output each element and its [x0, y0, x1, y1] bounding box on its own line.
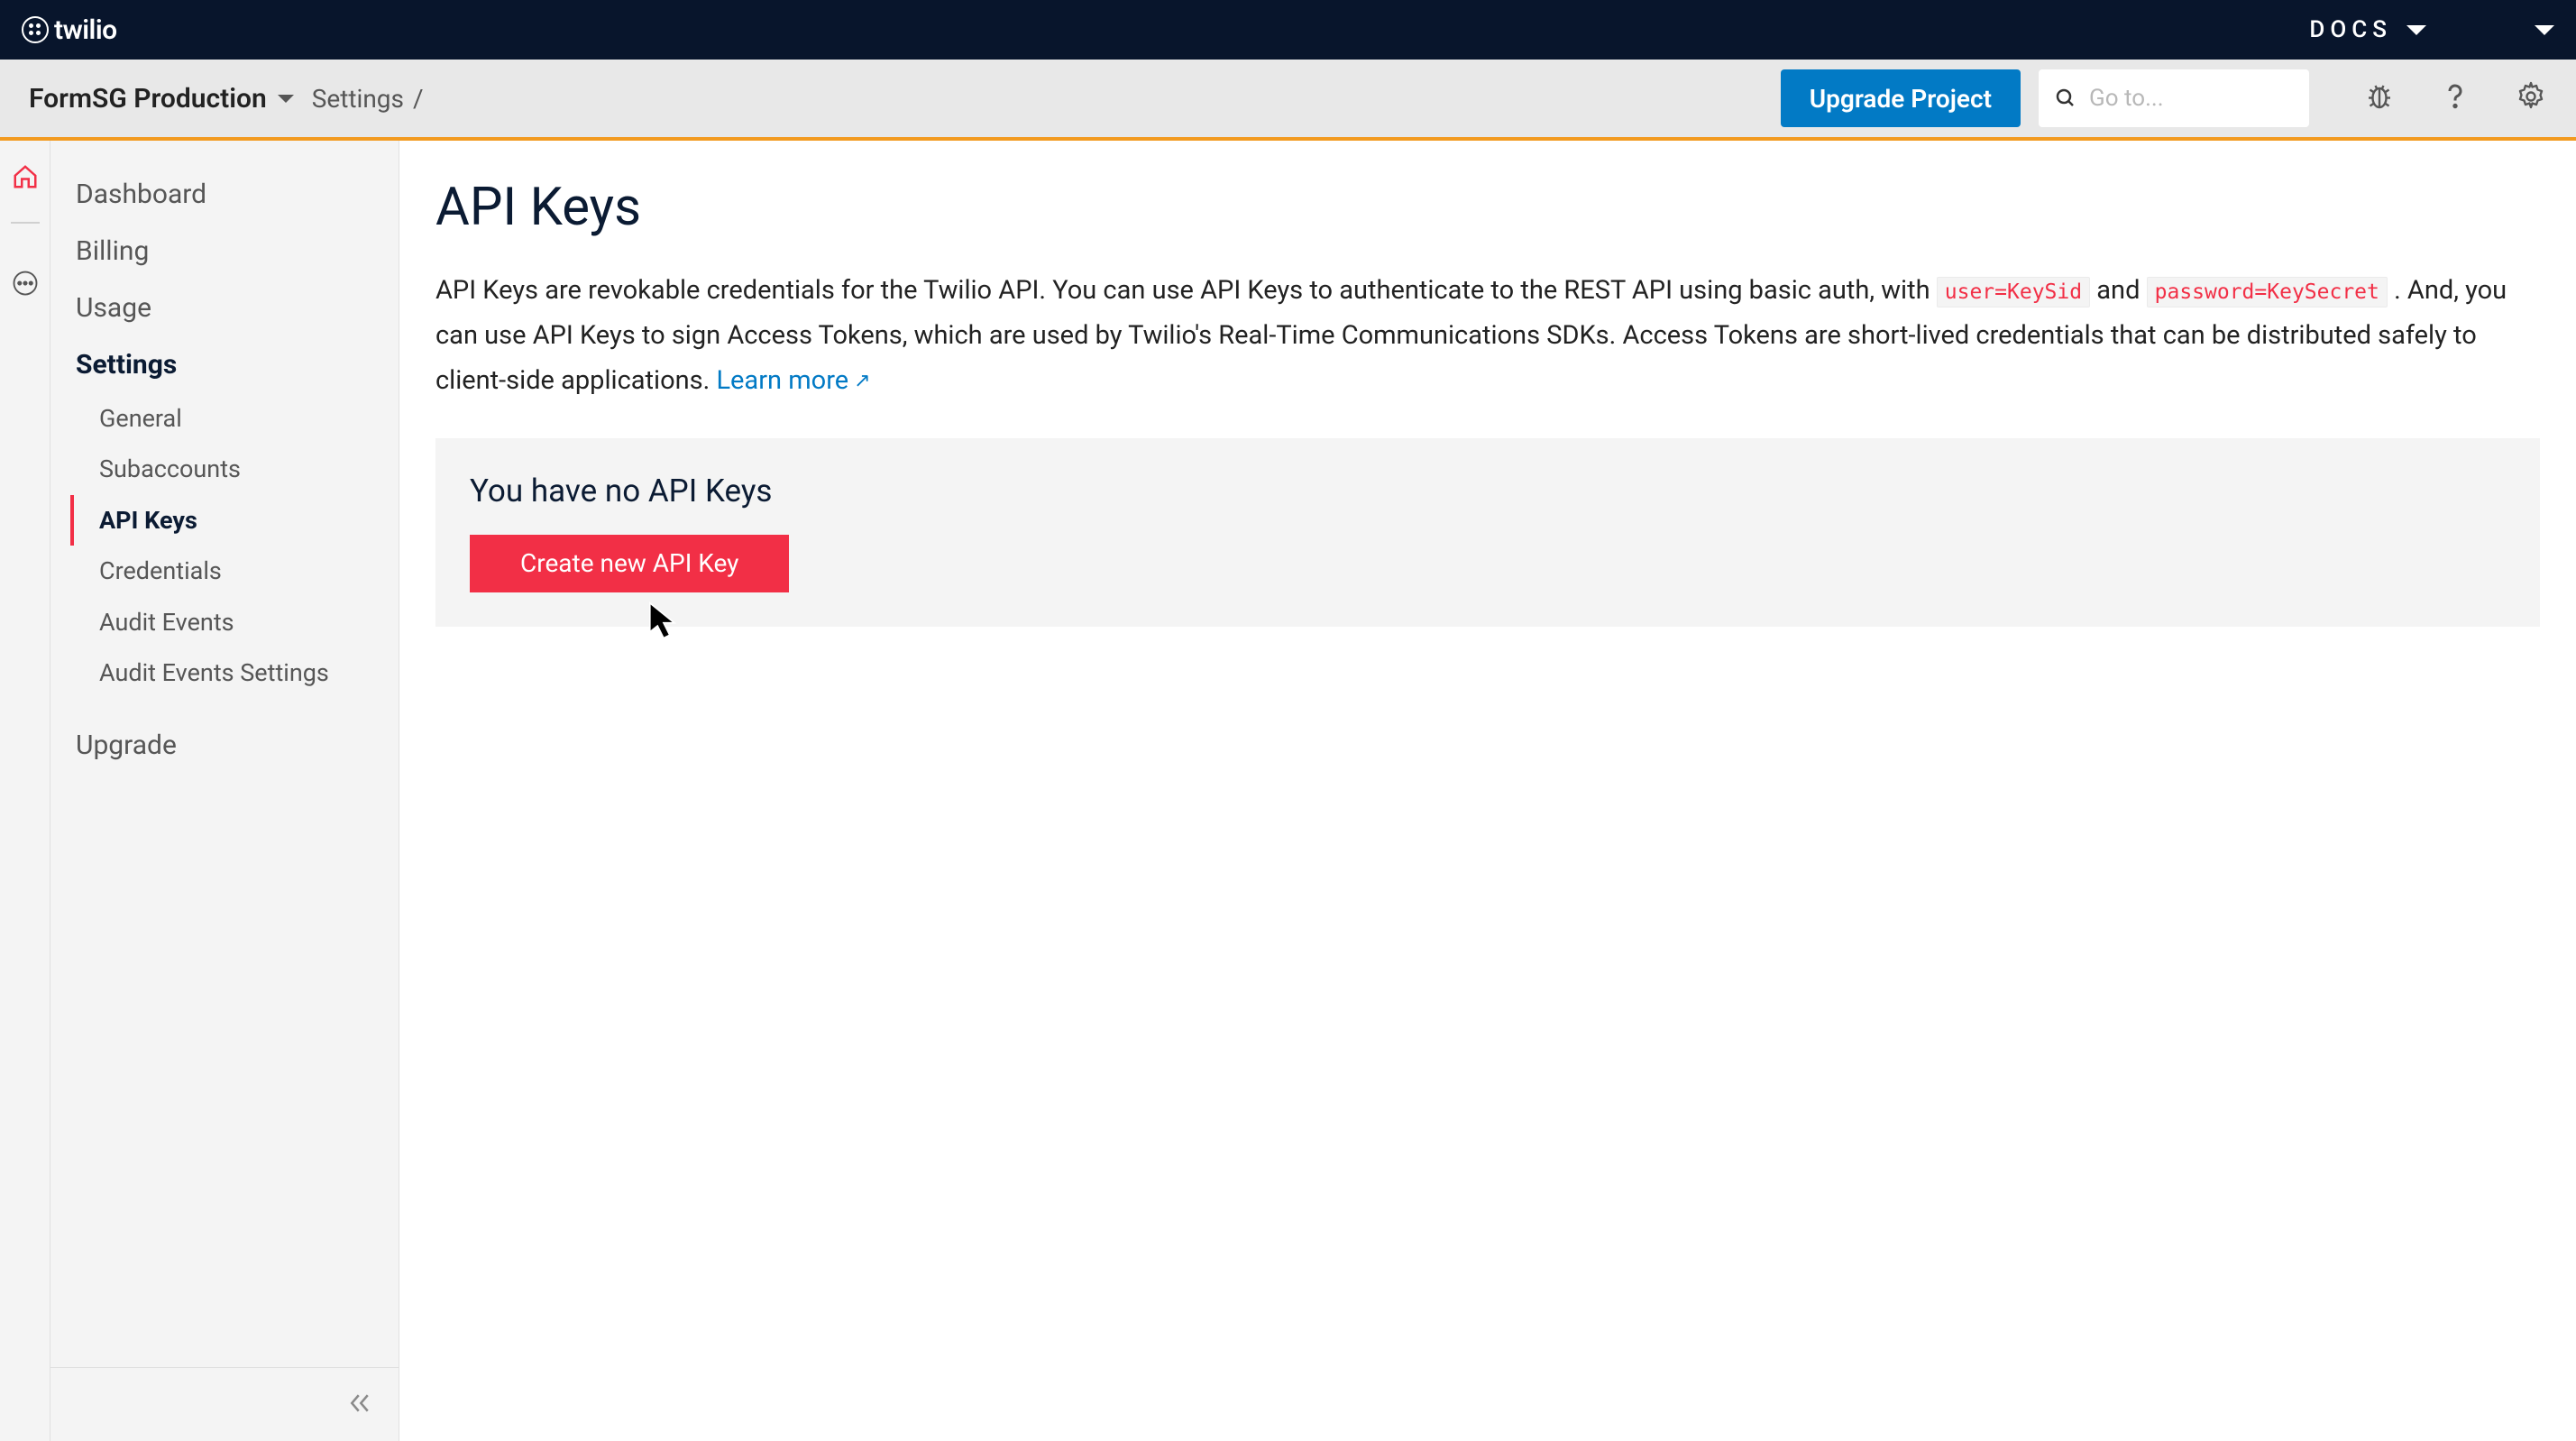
- desc-text-2: and: [2090, 275, 2147, 306]
- empty-state-panel: You have no API Keys Create new API Key: [435, 438, 2540, 627]
- learn-more-label: Learn more: [716, 359, 848, 404]
- search-box[interactable]: [2039, 69, 2309, 127]
- sidebar-subitem-subaccounts[interactable]: Subaccounts: [70, 444, 399, 494]
- gear-icon[interactable]: [2515, 80, 2547, 116]
- chevron-down-icon: [2406, 25, 2426, 35]
- project-selector[interactable]: FormSG Production: [29, 83, 294, 115]
- collapse-sidebar-icon[interactable]: [346, 1390, 373, 1420]
- search-input[interactable]: [2089, 85, 2293, 112]
- sidebar-subitem-general[interactable]: General: [70, 393, 399, 444]
- sidebar: Dashboard Billing Usage Settings General…: [50, 141, 399, 1441]
- external-link-icon: ↗: [854, 364, 870, 399]
- sidebar-item-usage[interactable]: Usage: [50, 280, 399, 336]
- sidebar-subitem-credentials[interactable]: Credentials: [70, 546, 399, 596]
- desc-text-1: API Keys are revokable credentials for t…: [435, 275, 1937, 306]
- twilio-logo[interactable]: twilio: [22, 14, 117, 46]
- top-nav: twilio DOCS: [0, 0, 2576, 60]
- sidebar-subitems: General Subaccounts API Keys Credentials…: [50, 393, 399, 717]
- project-bar: FormSG Production Settings / Upgrade Pro…: [0, 60, 2576, 141]
- code-password: password=KeySecret: [2147, 277, 2388, 307]
- sidebar-item-billing[interactable]: Billing: [50, 223, 399, 280]
- docs-menu[interactable]: DOCS: [2309, 16, 2426, 43]
- brand-text: twilio: [54, 14, 117, 46]
- twilio-logo-icon: [22, 16, 49, 43]
- create-api-key-button[interactable]: Create new API Key: [470, 535, 789, 592]
- empty-state-title: You have no API Keys: [470, 473, 2506, 509]
- account-menu-chevron-icon[interactable]: [2535, 25, 2554, 35]
- code-user: user=KeySid: [1937, 277, 2090, 307]
- sidebar-footer: [50, 1367, 399, 1441]
- learn-more-link[interactable]: Learn more ↗: [716, 359, 870, 404]
- upgrade-project-button[interactable]: Upgrade Project: [1781, 69, 2021, 127]
- page-description: API Keys are revokable credentials for t…: [435, 269, 2540, 404]
- toolbar-icons: [2363, 80, 2547, 116]
- breadcrumb-separator: /: [413, 84, 424, 114]
- page-title: API Keys: [435, 177, 2540, 238]
- icon-rail: [0, 141, 50, 1441]
- search-icon: [2055, 87, 2076, 109]
- home-rail-icon[interactable]: [9, 161, 41, 193]
- sidebar-subitem-audit-events-settings[interactable]: Audit Events Settings: [70, 647, 399, 698]
- project-name: FormSG Production: [29, 83, 267, 115]
- breadcrumb: Settings /: [312, 84, 424, 114]
- main-content: API Keys API Keys are revokable credenti…: [399, 141, 2576, 1441]
- chevron-down-icon: [278, 95, 294, 103]
- breadcrumb-item[interactable]: Settings: [312, 84, 404, 114]
- sidebar-item-dashboard[interactable]: Dashboard: [50, 166, 399, 223]
- sidebar-item-upgrade[interactable]: Upgrade: [50, 717, 399, 774]
- more-rail-icon[interactable]: [9, 267, 41, 299]
- docs-label: DOCS: [2309, 16, 2392, 43]
- sidebar-subitem-audit-events[interactable]: Audit Events: [70, 597, 399, 647]
- debug-icon[interactable]: [2363, 80, 2396, 116]
- sidebar-subitem-api-keys[interactable]: API Keys: [70, 495, 399, 546]
- help-icon[interactable]: [2439, 80, 2471, 116]
- sidebar-item-settings[interactable]: Settings: [50, 336, 399, 393]
